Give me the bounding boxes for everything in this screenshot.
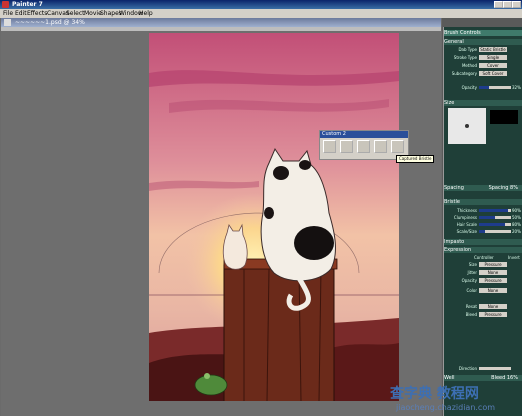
spacing-value: Spacing 8% (488, 185, 518, 191)
painter-app-icon (2, 1, 9, 8)
maximize-button[interactable] (503, 1, 512, 8)
brush-tip-profiles[interactable] (490, 110, 518, 124)
expr-bleed-row: Bleed Pressure (444, 311, 522, 318)
expr-resat-row: Resat None (444, 303, 522, 310)
menu-help[interactable]: Help (139, 9, 153, 18)
section-spacing[interactable]: Spacing Spacing 8% (444, 185, 522, 191)
document-icon (4, 19, 11, 26)
hair-scale-row: Hair Scale 80% (456, 222, 521, 227)
expr-resat-select[interactable]: None (479, 304, 507, 309)
brush-variant-button[interactable] (391, 140, 404, 153)
thickness-slider[interactable] (479, 209, 511, 212)
stroke-type-select[interactable]: Single (479, 55, 507, 60)
expr-opacity-select[interactable]: Pressure (479, 278, 507, 283)
dab-type-select[interactable]: Static Bristle (479, 47, 507, 52)
brush-controls-title: Brush Controls (444, 30, 522, 36)
stroke-type-row: Stroke Type Single (444, 54, 522, 61)
well-value: Bleed 16% (491, 375, 518, 381)
expr-size-select[interactable]: Pressure (479, 262, 507, 267)
brush-variant-button[interactable] (357, 140, 370, 153)
cat-spot (299, 160, 311, 170)
tooltip: Captured Bristle (396, 155, 435, 163)
painting-canvas[interactable] (149, 33, 399, 401)
custom-palette-title: Custom 2 (320, 131, 408, 138)
section-general[interactable]: General (444, 39, 522, 45)
subcategory-select[interactable]: Soft Cover (479, 71, 507, 76)
section-impasto[interactable]: Impasto (444, 239, 522, 245)
expr-size-row: Size Pressure (444, 261, 522, 268)
expr-jitter-row: Jitter None (444, 269, 522, 276)
opacity-slider[interactable] (479, 86, 511, 89)
menu-bar: File Edit Effects Canvas Select Movie Sh… (0, 9, 522, 18)
document-titlebar: ~~~~~~1.psd @ 34% (1, 18, 441, 27)
cat-spot (273, 166, 289, 180)
wooden-post (223, 264, 335, 401)
section-size[interactable]: Size (444, 100, 522, 106)
brush-variant-button[interactable] (323, 140, 336, 153)
document-title: ~~~~~~1.psd @ 34% (15, 19, 85, 26)
section-well[interactable]: Well Bleed 16% (444, 375, 522, 381)
close-button[interactable] (512, 1, 521, 8)
watermark: 查字典 教程网 jiaocheng.chazidian.com (390, 386, 496, 412)
expr-color-select[interactable]: None (479, 288, 507, 293)
cat-spot (294, 226, 334, 260)
section-bristle[interactable]: Bristle (444, 199, 522, 205)
clumpiness-slider[interactable] (479, 216, 511, 219)
thickness-row: Thickness 90% (457, 208, 521, 213)
clumpiness-row: Clumpiness 50% (453, 215, 521, 220)
brush-controls-panel: Brush Controls General Dab Type Static B… (443, 27, 522, 416)
expr-color-row: Color None (444, 287, 522, 294)
brush-variant-button[interactable] (340, 140, 353, 153)
method-select[interactable]: Cover (479, 63, 507, 68)
brush-variant-button[interactable] (374, 140, 387, 153)
direction-slider[interactable] (479, 367, 511, 370)
minimize-button[interactable] (494, 1, 503, 8)
cat-spot (264, 207, 274, 219)
scale-size-slider[interactable] (479, 230, 511, 233)
menu-select[interactable]: Select (66, 9, 85, 18)
menu-edit[interactable]: Edit (15, 9, 27, 18)
scale-size-row: Scale/Size 20% (456, 229, 521, 234)
hair-scale-slider[interactable] (479, 223, 511, 226)
expr-direction-row: Direction (444, 365, 522, 372)
app-title: Painter 7 (12, 1, 43, 8)
section-expression[interactable]: Expression (444, 247, 522, 253)
opacity-row: Opacity 32% (461, 85, 521, 90)
frog-eye (204, 373, 210, 379)
brush-size-preview (448, 108, 486, 144)
menu-effects[interactable]: Effects (27, 9, 47, 18)
menu-file[interactable]: File (3, 9, 13, 18)
expr-opacity-row: Opacity Pressure (444, 277, 522, 284)
frog (194, 374, 228, 396)
method-row: Method Cover (444, 62, 522, 69)
brush-dot (465, 124, 469, 128)
expr-bleed-select[interactable]: Pressure (479, 312, 507, 317)
expression-header-row: Controller Invert (474, 255, 520, 260)
window-titlebar: Painter 7 (0, 0, 522, 9)
dab-type-row: Dab Type Static Bristle (458, 47, 507, 52)
subcategory-row: Subcategory Soft Cover (444, 70, 522, 77)
expr-jitter-select[interactable]: None (479, 270, 507, 275)
